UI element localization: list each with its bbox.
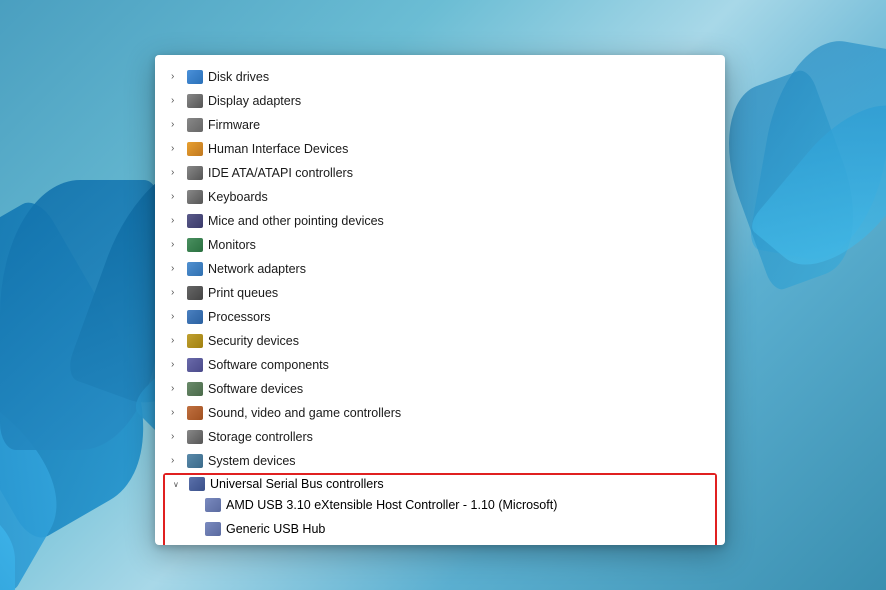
monitors-icon: [187, 238, 203, 252]
tree-item-disk-drives[interactable]: Disk drives: [155, 65, 725, 89]
display-adapters-icon: [187, 94, 203, 108]
chevron-sound: [171, 405, 183, 421]
storage-icon: [187, 430, 203, 444]
print-label: Print queues: [208, 283, 278, 303]
sw-components-icon: [187, 358, 203, 372]
generic-hub-label: Generic USB Hub: [226, 519, 325, 539]
chevron-system: [171, 453, 183, 469]
usb-header-label: Universal Serial Bus controllers: [210, 477, 384, 491]
chevron-usb: [173, 479, 185, 490]
chevron-keyboards: [171, 189, 183, 205]
device-manager-window: Disk drives Display adapters Firmware Hu…: [155, 55, 725, 545]
chevron-storage: [171, 429, 183, 445]
chevron-security: [171, 333, 183, 349]
chevron-firmware: [171, 117, 183, 133]
chevron-sw-devices: [171, 381, 183, 397]
tree-item-monitors[interactable]: Monitors: [155, 233, 725, 257]
storage-label: Storage controllers: [208, 427, 313, 447]
chevron-monitors: [171, 237, 183, 253]
chevron-ide: [171, 165, 183, 181]
mice-icon: [187, 214, 203, 228]
tree-item-hid[interactable]: Human Interface Devices: [155, 137, 725, 161]
mice-label: Mice and other pointing devices: [208, 211, 384, 231]
chevron-disk: [171, 69, 183, 85]
tree-item-sw-components[interactable]: Software components: [155, 353, 725, 377]
chevron-mice: [171, 213, 183, 229]
security-label: Security devices: [208, 331, 299, 351]
ide-label: IDE ATA/ATAPI controllers: [208, 163, 353, 183]
disk-drives-label: Disk drives: [208, 67, 269, 87]
tree-item-usb-controllers[interactable]: Universal Serial Bus controllers: [165, 475, 715, 493]
sound-icon: [187, 406, 203, 420]
chevron-network: [171, 261, 183, 277]
hid-label: Human Interface Devices: [208, 139, 348, 159]
monitors-label: Monitors: [208, 235, 256, 255]
keyboards-icon: [187, 190, 203, 204]
network-icon: [187, 262, 203, 276]
sw-components-label: Software components: [208, 355, 329, 375]
tree-item-sw-devices[interactable]: Software devices: [155, 377, 725, 401]
disk-drives-icon: [187, 70, 203, 84]
tree-item-system[interactable]: System devices: [155, 449, 725, 473]
chevron-print: [171, 285, 183, 301]
chevron-display: [171, 93, 183, 109]
amd-usb-label: AMD USB 3.10 eXtensible Host Controller …: [226, 495, 557, 515]
tree-item-generic-hub[interactable]: Generic USB Hub: [165, 517, 715, 541]
tree-item-processors[interactable]: Processors: [155, 305, 725, 329]
tree-item-mice[interactable]: Mice and other pointing devices: [155, 209, 725, 233]
sw-devices-label: Software devices: [208, 379, 303, 399]
print-icon: [187, 286, 203, 300]
tree-item-firmware[interactable]: Firmware: [155, 113, 725, 137]
tree-view[interactable]: Disk drives Display adapters Firmware Hu…: [155, 55, 725, 545]
sw-devices-icon: [187, 382, 203, 396]
chevron-processors: [171, 309, 183, 325]
hid-icon: [187, 142, 203, 156]
processors-icon: [187, 310, 203, 324]
tree-item-print[interactable]: Print queues: [155, 281, 725, 305]
keyboards-label: Keyboards: [208, 187, 268, 207]
chevron-sw-components: [171, 357, 183, 373]
processors-label: Processors: [208, 307, 271, 327]
display-adapters-label: Display adapters: [208, 91, 301, 111]
system-icon: [187, 454, 203, 468]
tree-item-amd-usb[interactable]: AMD USB 3.10 eXtensible Host Controller …: [165, 493, 715, 517]
usb-section-highlight: Universal Serial Bus controllers AMD USB…: [163, 473, 717, 545]
usb-icon: [189, 477, 205, 491]
tree-item-keyboards[interactable]: Keyboards: [155, 185, 725, 209]
generic-hub-icon: [205, 522, 221, 536]
tree-item-usb-composite[interactable]: USB Composite Device: [165, 541, 715, 545]
tree-item-ide[interactable]: IDE ATA/ATAPI controllers: [155, 161, 725, 185]
firmware-icon: [187, 118, 203, 132]
chevron-hid: [171, 141, 183, 157]
system-label: System devices: [208, 451, 296, 471]
network-label: Network adapters: [208, 259, 306, 279]
tree-item-network[interactable]: Network adapters: [155, 257, 725, 281]
usb-composite-label: USB Composite Device: [226, 543, 357, 545]
tree-item-security[interactable]: Security devices: [155, 329, 725, 353]
sound-label: Sound, video and game controllers: [208, 403, 401, 423]
ide-icon: [187, 166, 203, 180]
tree-item-storage[interactable]: Storage controllers: [155, 425, 725, 449]
firmware-label: Firmware: [208, 115, 260, 135]
tree-item-sound[interactable]: Sound, video and game controllers: [155, 401, 725, 425]
security-icon: [187, 334, 203, 348]
tree-item-display-adapters[interactable]: Display adapters: [155, 89, 725, 113]
amd-usb-icon: [205, 498, 221, 512]
